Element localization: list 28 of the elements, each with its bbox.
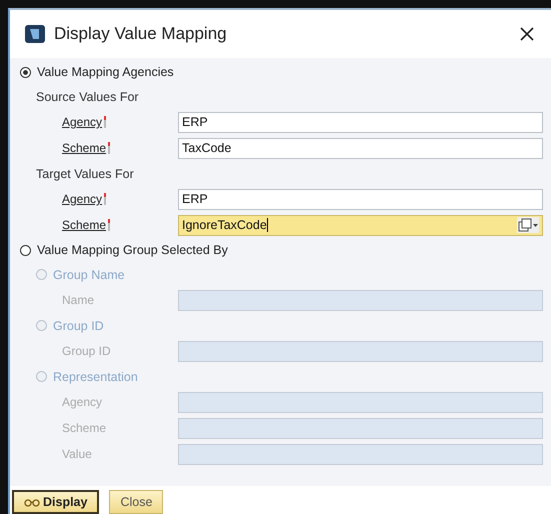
field-label: Name xyxy=(62,293,96,307)
input-field[interactable]: ERP xyxy=(178,112,543,132)
window-title: Display Value Mapping xyxy=(54,24,228,44)
field-label: Value xyxy=(62,447,93,461)
dialog-button[interactable]: Display xyxy=(12,490,100,514)
input-field[interactable]: ERP xyxy=(178,188,543,210)
group-heading: Group ID xyxy=(53,318,104,332)
input-field[interactable]: IgnoreTaxCode xyxy=(178,214,543,236)
option-label: Value Mapping Group Selected By xyxy=(37,243,228,257)
group-heading: Representation xyxy=(53,370,138,384)
field-label: Scheme xyxy=(62,141,178,155)
app-icon xyxy=(24,24,46,44)
input-field[interactable]: TaxCode xyxy=(178,138,543,158)
radio-button[interactable] xyxy=(20,244,31,256)
glasses-icon xyxy=(24,497,40,507)
field-label: Scheme xyxy=(62,218,178,232)
field-label: Agency xyxy=(62,115,178,129)
value-help-icon[interactable] xyxy=(517,217,539,233)
field-label: Agency xyxy=(62,395,104,409)
group-heading: Group Name xyxy=(53,268,125,282)
field-label: Scheme xyxy=(62,421,108,435)
option-label: Value Mapping Agencies xyxy=(37,65,174,79)
radio-button[interactable] xyxy=(20,66,31,78)
group-heading: Target Values For xyxy=(36,166,134,180)
field-label: Agency xyxy=(62,192,178,206)
field-label: Group ID xyxy=(62,344,112,358)
dialog-button[interactable]: Close xyxy=(109,490,164,514)
group-heading: Source Values For xyxy=(36,90,139,104)
